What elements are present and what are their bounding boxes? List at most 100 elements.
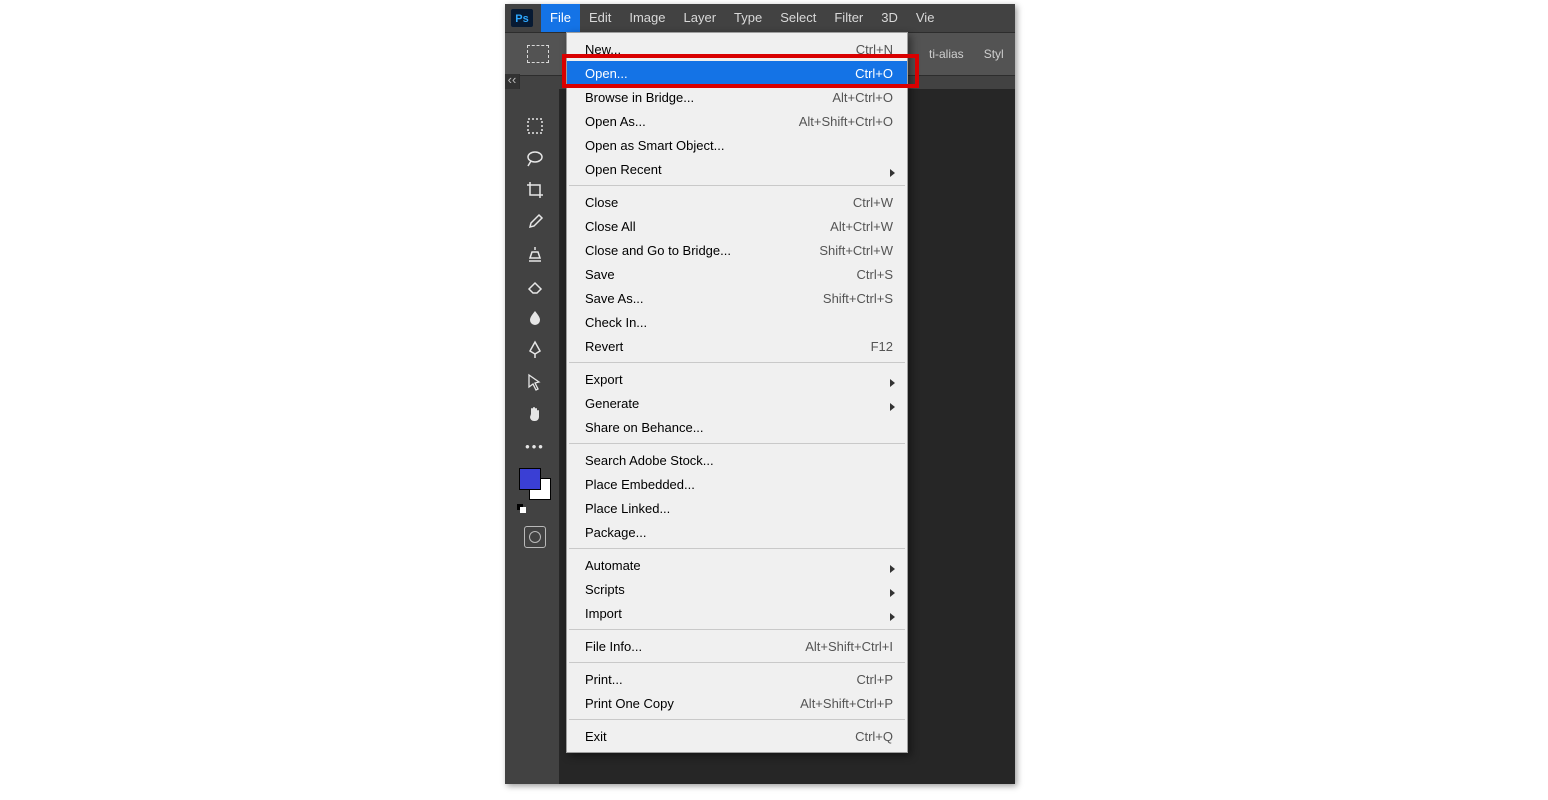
menu-item-open-as-smart-object[interactable]: Open as Smart Object... xyxy=(567,133,907,157)
foreground-color-swatch[interactable] xyxy=(519,468,541,490)
option-anti-alias[interactable]: ti-alias xyxy=(929,47,964,61)
blur-tool-icon[interactable] xyxy=(521,306,549,330)
menu-item-label: File Info... xyxy=(585,639,805,654)
menu-image[interactable]: Image xyxy=(620,4,674,32)
menu-item-shortcut: Ctrl+P xyxy=(857,672,893,687)
menu-item-label: Share on Behance... xyxy=(585,420,893,435)
menu-item-label: Package... xyxy=(585,525,893,540)
menu-edit[interactable]: Edit xyxy=(580,4,620,32)
menu-item-save-as[interactable]: Save As...Shift+Ctrl+S xyxy=(567,286,907,310)
toolbar: ••• xyxy=(513,114,557,548)
menu-item-label: Revert xyxy=(585,339,871,354)
menu-item-label: Close and Go to Bridge... xyxy=(585,243,819,258)
menu-item-label: Generate xyxy=(585,396,893,411)
more-tools-icon[interactable]: ••• xyxy=(521,434,549,458)
marquee-icon[interactable] xyxy=(527,45,549,63)
menu-item-shortcut: Shift+Ctrl+S xyxy=(823,291,893,306)
menu-item-label: Close xyxy=(585,195,853,210)
menu-item-shortcut: Alt+Shift+Ctrl+O xyxy=(799,114,893,129)
menu-item-label: Search Adobe Stock... xyxy=(585,453,893,468)
menu-item-generate[interactable]: Generate xyxy=(567,391,907,415)
menu-item-label: Automate xyxy=(585,558,893,573)
menu-item-share-on-behance[interactable]: Share on Behance... xyxy=(567,415,907,439)
option-style[interactable]: Styl xyxy=(984,47,1004,61)
photoshop-logo-icon: Ps xyxy=(509,8,535,28)
artboard-tool-icon[interactable] xyxy=(521,114,549,138)
menu-vie[interactable]: Vie xyxy=(907,4,944,32)
menu-item-label: Print One Copy xyxy=(585,696,800,711)
menu-item-label: Exit xyxy=(585,729,855,744)
menu-item-print[interactable]: Print...Ctrl+P xyxy=(567,667,907,691)
menu-item-shortcut: Ctrl+W xyxy=(853,195,893,210)
menu-item-label: Close All xyxy=(585,219,830,234)
menu-item-check-in[interactable]: Check In... xyxy=(567,310,907,334)
default-colors-icon[interactable] xyxy=(517,504,527,514)
menu-item-shortcut: Ctrl+Q xyxy=(855,729,893,744)
menu-item-shortcut: Alt+Shift+Ctrl+P xyxy=(800,696,893,711)
menu-item-export[interactable]: Export xyxy=(567,367,907,391)
menu-item-label: Save xyxy=(585,267,857,282)
menu-item-label: New... xyxy=(585,42,856,57)
menu-item-label: Open As... xyxy=(585,114,799,129)
color-swatches[interactable] xyxy=(519,468,551,500)
photoshop-window: Ps FileEditImageLayerTypeSelectFilter3DV… xyxy=(505,4,1015,784)
menu-item-open[interactable]: Open...Ctrl+O xyxy=(567,61,907,85)
menu-layer[interactable]: Layer xyxy=(675,4,726,32)
menu-item-open-as[interactable]: Open As...Alt+Shift+Ctrl+O xyxy=(567,109,907,133)
menu-item-label: Place Linked... xyxy=(585,501,893,516)
menu-item-automate[interactable]: Automate xyxy=(567,553,907,577)
menu-item-place-embedded[interactable]: Place Embedded... xyxy=(567,472,907,496)
menu-item-exit[interactable]: ExitCtrl+Q xyxy=(567,724,907,748)
menubar: Ps FileEditImageLayerTypeSelectFilter3DV… xyxy=(505,4,1015,32)
menu-item-open-recent[interactable]: Open Recent xyxy=(567,157,907,181)
menu-type[interactable]: Type xyxy=(725,4,771,32)
menu-select[interactable]: Select xyxy=(771,4,825,32)
pen-tool-icon[interactable] xyxy=(521,338,549,362)
svg-text:Ps: Ps xyxy=(515,13,528,25)
menu-item-label: Open Recent xyxy=(585,162,893,177)
menu-item-close[interactable]: CloseCtrl+W xyxy=(567,190,907,214)
menu-3d[interactable]: 3D xyxy=(872,4,907,32)
panel-collapse-icon[interactable]: ‹‹ xyxy=(505,74,520,89)
menu-item-close-and-go-to-bridge[interactable]: Close and Go to Bridge...Shift+Ctrl+W xyxy=(567,238,907,262)
menu-item-label: Check In... xyxy=(585,315,893,330)
menu-item-shortcut: Shift+Ctrl+W xyxy=(819,243,893,258)
menu-file[interactable]: File xyxy=(541,4,580,32)
menu-item-place-linked[interactable]: Place Linked... xyxy=(567,496,907,520)
menu-item-label: Print... xyxy=(585,672,857,687)
file-menu-dropdown: New...Ctrl+NOpen...Ctrl+OBrowse in Bridg… xyxy=(566,32,908,753)
quick-mask-icon[interactable] xyxy=(524,526,546,548)
path-selection-tool-icon[interactable] xyxy=(521,370,549,394)
menu-item-file-info[interactable]: File Info...Alt+Shift+Ctrl+I xyxy=(567,634,907,658)
eyedropper-tool-icon[interactable] xyxy=(521,210,549,234)
menu-item-shortcut: Alt+Ctrl+W xyxy=(830,219,893,234)
lasso-tool-icon[interactable] xyxy=(521,146,549,170)
menu-item-label: Browse in Bridge... xyxy=(585,90,832,105)
menu-item-package[interactable]: Package... xyxy=(567,520,907,544)
menu-item-revert[interactable]: RevertF12 xyxy=(567,334,907,358)
crop-tool-icon[interactable] xyxy=(521,178,549,202)
menu-item-label: Open as Smart Object... xyxy=(585,138,893,153)
clone-stamp-tool-icon[interactable] xyxy=(521,242,549,266)
menu-item-label: Import xyxy=(585,606,893,621)
menu-item-shortcut: Ctrl+N xyxy=(856,42,893,57)
menu-item-print-one-copy[interactable]: Print One CopyAlt+Shift+Ctrl+P xyxy=(567,691,907,715)
menu-item-import[interactable]: Import xyxy=(567,601,907,625)
menu-item-shortcut: Alt+Shift+Ctrl+I xyxy=(805,639,893,654)
menu-item-new[interactable]: New...Ctrl+N xyxy=(567,37,907,61)
menu-item-save[interactable]: SaveCtrl+S xyxy=(567,262,907,286)
menu-item-search-adobe-stock[interactable]: Search Adobe Stock... xyxy=(567,448,907,472)
menu-filter[interactable]: Filter xyxy=(825,4,872,32)
menu-item-close-all[interactable]: Close AllAlt+Ctrl+W xyxy=(567,214,907,238)
menu-item-label: Export xyxy=(585,372,893,387)
menu-item-shortcut: Alt+Ctrl+O xyxy=(832,90,893,105)
menu-item-scripts[interactable]: Scripts xyxy=(567,577,907,601)
hand-tool-icon[interactable] xyxy=(521,402,549,426)
menu-item-label: Save As... xyxy=(585,291,823,306)
menu-item-label: Open... xyxy=(585,66,855,81)
menu-item-shortcut: Ctrl+O xyxy=(855,66,893,81)
menu-item-label: Scripts xyxy=(585,582,893,597)
eraser-tool-icon[interactable] xyxy=(521,274,549,298)
menu-item-browse-in-bridge[interactable]: Browse in Bridge...Alt+Ctrl+O xyxy=(567,85,907,109)
menu-item-shortcut: Ctrl+S xyxy=(857,267,893,282)
